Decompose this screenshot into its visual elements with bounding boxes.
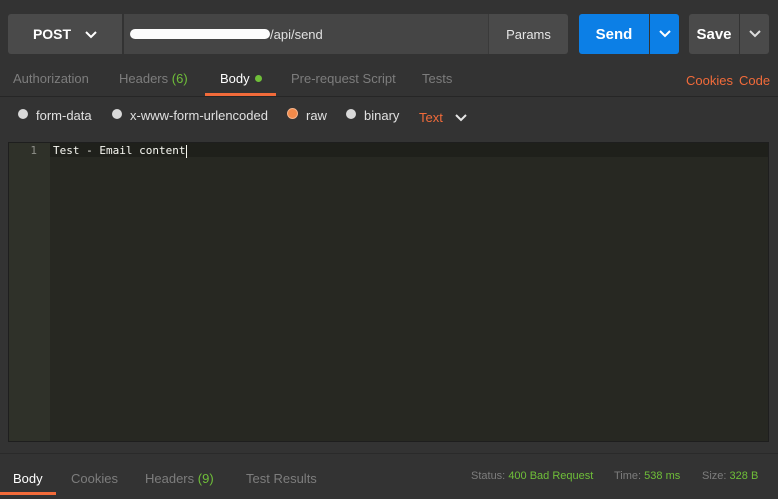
size-value: 328 B <box>729 470 759 482</box>
radio-icon <box>112 108 122 119</box>
line-number: 1 <box>30 144 37 157</box>
tab-label: Body <box>13 471 43 486</box>
radio-label: raw <box>306 108 327 123</box>
response-divider <box>0 453 778 454</box>
chevron-down-icon <box>455 113 467 122</box>
editor-line[interactable]: Test - Email content <box>53 144 188 158</box>
send-dropdown-button[interactable] <box>650 14 679 54</box>
radio-label: binary <box>364 108 400 123</box>
status-label: Status: <box>471 470 506 482</box>
save-button[interactable]: Save <box>689 14 739 54</box>
chevron-down-icon <box>748 25 761 43</box>
radio-form-data[interactable]: form-data <box>18 108 92 123</box>
active-response-tab-indicator <box>0 492 56 495</box>
raw-format-label: Text <box>419 110 443 125</box>
response-time: Time: 538 ms <box>614 470 680 482</box>
code-link[interactable]: Code <box>739 73 770 88</box>
status-value: 400 Bad Request <box>508 470 594 482</box>
radio-label: x-www-form-urlencoded <box>130 108 268 123</box>
time-value: 538 ms <box>644 470 681 482</box>
tab-body[interactable]: Body <box>220 71 262 86</box>
status-dot-icon <box>254 75 262 83</box>
save-label: Save <box>696 25 732 43</box>
method-label: POST <box>32 26 72 42</box>
params-button[interactable]: Params <box>488 14 568 54</box>
radio-icon <box>18 108 28 119</box>
params-label: Params <box>506 26 551 42</box>
radio-binary[interactable]: binary <box>346 108 399 123</box>
tab-headers[interactable]: Headers (6) <box>119 71 188 86</box>
tab-label: Authorization <box>13 71 89 86</box>
raw-format-select[interactable]: Text <box>419 110 467 125</box>
radio-icon <box>346 108 356 119</box>
tab-label: Body <box>220 71 250 86</box>
redacted-host <box>130 29 270 39</box>
tab-label: Headers <box>119 71 169 86</box>
tab-authorization[interactable]: Authorization <box>13 71 89 86</box>
tab-count: (9) <box>197 471 214 486</box>
radio-label: form-data <box>36 108 92 123</box>
chevron-down-icon <box>85 26 97 42</box>
cookies-link[interactable]: Cookies <box>686 73 733 88</box>
response-tab-body[interactable]: Body <box>13 471 43 486</box>
tab-tests[interactable]: Tests <box>422 71 452 86</box>
method-select[interactable]: POST <box>8 14 122 54</box>
tabs-divider <box>0 96 778 97</box>
tab-label: Headers <box>145 471 195 486</box>
tab-label: Test Results <box>246 471 317 486</box>
tab-pre-request-script[interactable]: Pre-request Script <box>291 71 396 86</box>
save-dropdown-button[interactable] <box>740 14 769 54</box>
tab-count: (6) <box>171 71 188 86</box>
tab-label: Cookies <box>71 471 118 486</box>
response-tab-cookies[interactable]: Cookies <box>71 471 118 486</box>
time-label: Time: <box>614 470 642 482</box>
send-label: Send <box>595 25 633 43</box>
tab-label: Pre-request Script <box>291 71 396 86</box>
chevron-down-icon <box>658 25 671 43</box>
size-label: Size: <box>702 470 727 482</box>
editor-text: Test - Email content <box>53 144 186 157</box>
response-tab-headers[interactable]: Headers (9) <box>145 471 214 486</box>
response-tab-test-results[interactable]: Test Results <box>246 471 317 486</box>
editor-gutter <box>9 143 50 441</box>
send-button[interactable]: Send <box>579 14 649 54</box>
response-status: Status: 400 Bad Request <box>471 470 593 482</box>
response-size: Size: 328 B <box>702 470 758 482</box>
tab-label: Tests <box>422 71 453 86</box>
url-input[interactable]: /api/send <box>124 14 488 54</box>
text-caret <box>186 144 188 158</box>
radio-x-www-form-urlencoded[interactable]: x-www-form-urlencoded <box>112 108 268 123</box>
radio-icon <box>287 108 298 119</box>
radio-raw[interactable]: raw <box>287 108 327 123</box>
url-path: /api/send <box>270 26 323 42</box>
code-editor[interactable] <box>8 142 769 442</box>
